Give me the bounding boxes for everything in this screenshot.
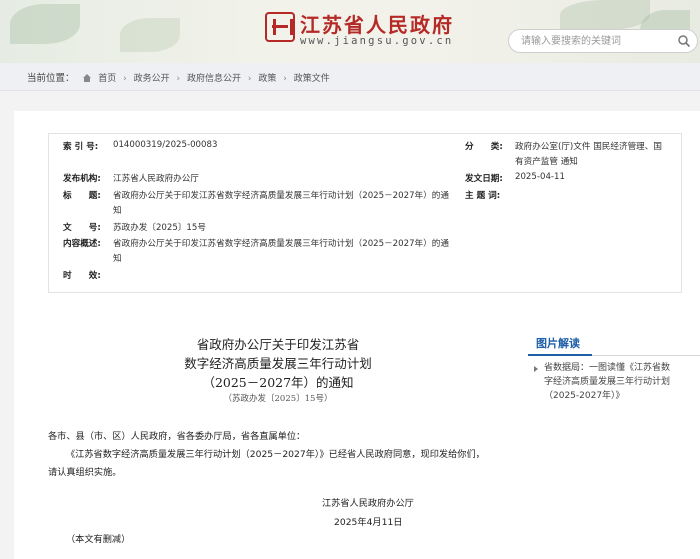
meta-subject-label: 主 题 词: [465, 191, 501, 201]
decor-leaf [120, 18, 180, 52]
document-paragraph-line-1: 《江苏省数字经济高质量发展三年行动计划（2025－2027年）》已经省人民政府同… [66, 449, 485, 460]
meta-org-value: 江苏省人民政府办公厅 [113, 174, 199, 184]
document-number: （苏政办发〔2025〕15号） [223, 394, 333, 404]
meta-validity-label: 时 效: [63, 271, 101, 281]
government-emblem-icon[interactable] [265, 12, 295, 42]
decor-leaf [10, 4, 80, 44]
breadcrumb-label: 当前位置： [27, 73, 75, 84]
breadcrumb-separator: › [176, 74, 181, 84]
breadcrumb: 当前位置： 首页 › 政务公开 › 政府信息公开 › 政策 › 政策文件 [27, 70, 330, 84]
document-title-line-3: （2025－2027年）的通知 [202, 375, 354, 390]
sidebar-link-text[interactable]: 省数据局：一图读懂《江苏省数字经济高质量发展三年行动计划（2025-2027年）… [534, 361, 674, 403]
search-icon[interactable] [677, 34, 691, 48]
site-url: www.jiangsu.gov.cn [300, 35, 454, 47]
home-icon [83, 74, 92, 82]
breadcrumb-separator: › [283, 74, 287, 84]
site-header: 江苏省人民政府 www.jiangsu.gov.cn [0, 0, 700, 63]
document-title-line-2: 数字经济高质量发展三年行动计划 [184, 356, 372, 371]
document-sign-date: 2025年4月11日 [334, 517, 403, 528]
breadcrumb-bar: 当前位置： 首页 › 政务公开 › 政府信息公开 › 政策 › 政策文件 [0, 63, 700, 91]
breadcrumb-item-gov-affairs[interactable]: 政务公开 [134, 74, 170, 84]
meta-docno-label: 文 号: [63, 223, 101, 233]
meta-index-label: 索 引 号: [63, 142, 99, 152]
document-signer: 江苏省人民政府办公厅 [322, 498, 414, 509]
document-title-line-1: 省政府办公厅关于印发江苏省 [196, 337, 360, 352]
search-input[interactable] [521, 34, 671, 49]
breadcrumb-item-home[interactable]: 首页 [98, 74, 116, 84]
meta-docno-value: 苏政办发〔2025〕15号 [113, 223, 206, 233]
site-title[interactable]: 江苏省人民政府 [300, 9, 454, 38]
sidebar-divider-accent [528, 354, 592, 356]
breadcrumb-item-info-disclosure[interactable]: 政府信息公开 [187, 74, 241, 84]
meta-org-label: 发布机构: [63, 174, 101, 184]
breadcrumb-item-policy-docs[interactable]: 政策文件 [294, 74, 330, 84]
meta-category-label: 分 类: [465, 142, 503, 152]
breadcrumb-separator: › [123, 74, 127, 84]
sidebar-link[interactable]: 省数据局：一图读懂《江苏省数字经济高质量发展三年行动计划（2025-2027年）… [534, 361, 674, 403]
meta-date-label: 发文日期: [465, 174, 503, 184]
decor-leaf [560, 0, 650, 30]
meta-index-value: 014000319/2025-00083 [113, 140, 218, 150]
breadcrumb-separator: › [247, 74, 252, 84]
document-meta-table: 索 引 号: 014000319/2025-00083 分 类: 政府办公室(厅… [48, 133, 682, 293]
meta-summary-value: 省政府办公厅关于印发江苏省数字经济高质量发展三年行动计划（2025－2027年）… [113, 239, 449, 264]
document-addressee: 各市、县（市、区）人民政府，省各委办厅局，省各直属单位： [48, 431, 306, 442]
sidebar-title: 图片解读 [536, 337, 580, 350]
meta-category-value: 政府办公室(厅)文件 国民经济管理、国有资产监管 通知 [515, 142, 662, 167]
meta-title-value: 省政府办公厅关于印发江苏省数字经济高质量发展三年行动计划（2025－2027年）… [113, 191, 449, 216]
meta-title-label: 标 题: [63, 191, 101, 201]
meta-date-value: 2025-04-11 [515, 172, 565, 182]
document-paragraph-line-2: 请认真组织实施。 [48, 467, 122, 478]
breadcrumb-item-policy[interactable]: 政策 [258, 74, 276, 84]
search-box[interactable] [508, 29, 698, 53]
bullet-arrow-icon [534, 366, 538, 372]
document-note: （本文有删减） [66, 534, 131, 545]
meta-summary-label: 内容概述: [63, 239, 101, 249]
